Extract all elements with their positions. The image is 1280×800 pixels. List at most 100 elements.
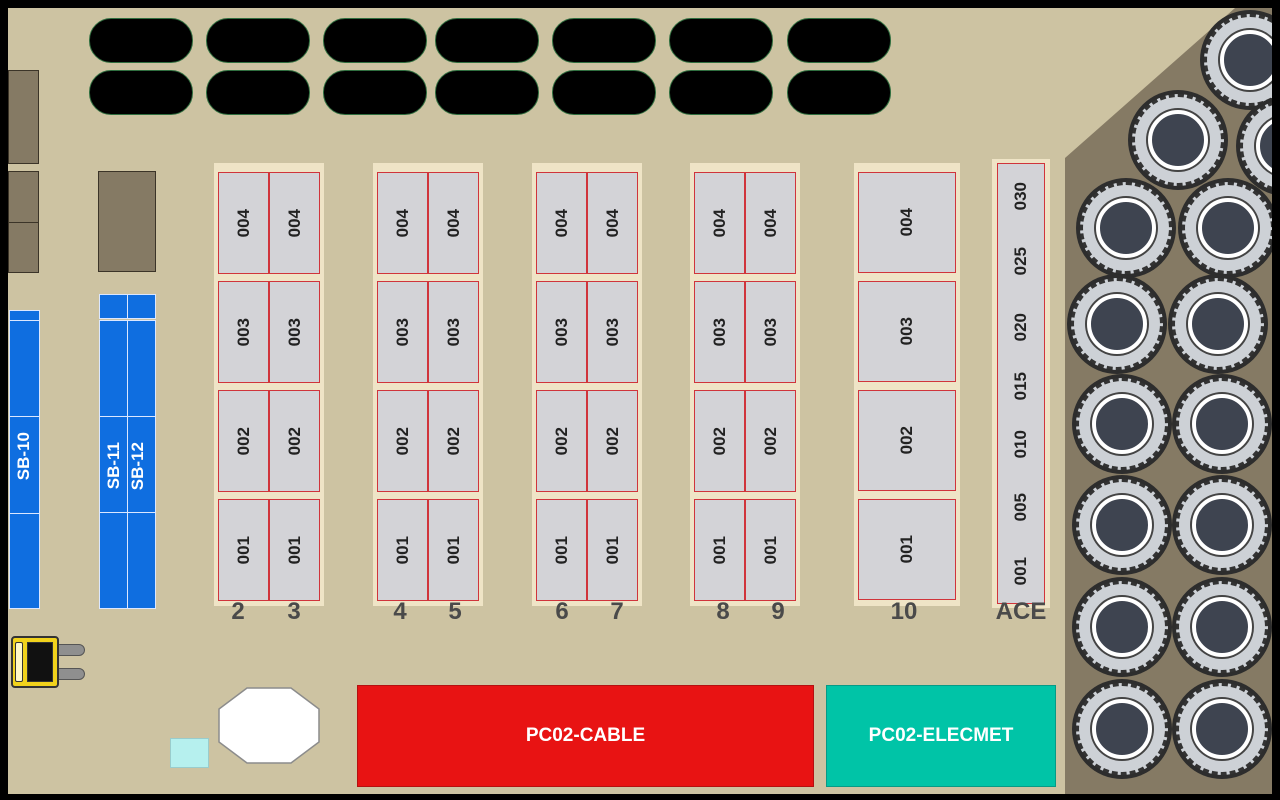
cable-reel-icon[interactable] <box>1067 274 1167 374</box>
cable-reel-icon[interactable] <box>1128 90 1228 190</box>
rack-column-label: 2 <box>231 598 245 625</box>
rack-pair-8-9: 004 004 003 003 002 002 001 001 <box>690 163 800 606</box>
ceiling-vent <box>435 70 539 115</box>
rack-column-label: ACE <box>995 598 1047 625</box>
sb-rack-cell[interactable] <box>127 294 156 319</box>
rack-bin[interactable]: 001 <box>377 499 428 601</box>
ceiling-vent <box>89 18 193 63</box>
rack-column-label: 3 <box>287 598 301 625</box>
cable-reel-icon[interactable] <box>1072 577 1172 677</box>
ceiling-vent <box>787 70 891 115</box>
rack-bin[interactable]: 004 <box>587 172 638 274</box>
rack-bin[interactable]: 001 <box>428 499 479 601</box>
storage-block <box>98 171 156 272</box>
forklift-icon[interactable] <box>11 636 85 688</box>
ceiling-vent <box>206 18 310 63</box>
cable-reel-icon[interactable] <box>1172 374 1272 474</box>
cable-reel-icon[interactable] <box>1076 178 1176 278</box>
rack-ace: 030 025 020 015 010 005 001 <box>992 159 1050 608</box>
sb-rack-sb10[interactable]: SB-10 <box>9 310 40 609</box>
rack-bin[interactable]: 001 <box>858 499 956 600</box>
rack-bin[interactable]: 002 <box>428 390 479 492</box>
rack-ace-bin[interactable]: 030 025 020 015 010 005 001 <box>997 163 1045 604</box>
rack-bin[interactable]: 003 <box>858 281 956 382</box>
rack-bin[interactable]: 004 <box>694 172 745 274</box>
rack-bin[interactable]: 002 <box>858 390 956 491</box>
rack-bin[interactable]: 002 <box>377 390 428 492</box>
rack-bin[interactable]: 002 <box>745 390 796 492</box>
ceiling-vent <box>552 18 656 63</box>
rack-column-label: 7 <box>610 598 624 625</box>
cable-reel-icon[interactable] <box>1072 475 1172 575</box>
rack-column-label: 4 <box>393 598 407 625</box>
ceiling-vent <box>435 18 539 63</box>
rack-bin[interactable]: 001 <box>587 499 638 601</box>
zone-pc02-elecmet[interactable]: PC02-ELECMET <box>826 685 1056 787</box>
rack-bin[interactable]: 002 <box>587 390 638 492</box>
octagon-column-icon <box>218 687 320 764</box>
rack-bin[interactable]: 003 <box>218 281 269 383</box>
wall-door <box>8 70 39 164</box>
rack-bin[interactable]: 004 <box>377 172 428 274</box>
rack-bin[interactable]: 001 <box>269 499 320 601</box>
rack-bin[interactable]: 004 <box>536 172 587 274</box>
rack-column-label: 5 <box>448 598 462 625</box>
ceiling-vent <box>552 70 656 115</box>
rack-column-label: 10 <box>890 598 918 625</box>
zone-pc02-cable[interactable]: PC02-CABLE <box>357 685 814 787</box>
rack-bin[interactable]: 003 <box>587 281 638 383</box>
sb-rack-cell[interactable] <box>127 512 156 609</box>
cable-reel-icon[interactable] <box>1072 374 1172 474</box>
sb-rack-cell[interactable] <box>127 320 156 417</box>
rack-bin[interactable]: 004 <box>428 172 479 274</box>
rack-bin[interactable]: 003 <box>269 281 320 383</box>
rack-pair-6-7: 004 004 003 003 002 002 001 001 <box>532 163 642 606</box>
sb-rack-label: SB-10 <box>14 432 33 481</box>
rack-bin[interactable]: 003 <box>428 281 479 383</box>
rack-pair-4-5: 004 004 003 003 002 002 001 001 <box>373 163 483 606</box>
rack-bin[interactable]: 001 <box>745 499 796 601</box>
warehouse-floor-map: SB-10 SB-11 SB-12 004 004 003 003 002 00… <box>8 8 1272 794</box>
sb-rack-cell[interactable] <box>99 294 128 319</box>
zone-label: PC02-CABLE <box>525 725 646 746</box>
sb-rack-cell[interactable] <box>9 513 40 609</box>
cable-reel-icon[interactable] <box>1178 178 1272 278</box>
rack-bin[interactable]: 003 <box>377 281 428 383</box>
cable-reel-icon[interactable] <box>1172 475 1272 575</box>
sb-rack-cell[interactable] <box>9 320 40 417</box>
rack-column-label: 9 <box>771 598 785 625</box>
cable-reel-icon[interactable] <box>1168 274 1268 374</box>
ceiling-vent <box>669 70 773 115</box>
rack-bin[interactable]: 003 <box>536 281 587 383</box>
ceiling-vent <box>89 70 193 115</box>
rack-bin[interactable]: 002 <box>536 390 587 492</box>
rack-bin[interactable]: 004 <box>745 172 796 274</box>
rack-bin[interactable]: 004 <box>858 172 956 273</box>
rack-bin[interactable]: 002 <box>269 390 320 492</box>
ceiling-vent <box>206 70 310 115</box>
rack-10: 004 003 002 001 <box>854 163 960 606</box>
rack-bin[interactable]: 001 <box>218 499 269 601</box>
sb-rack-sb11-sb12[interactable]: SB-11 SB-12 <box>99 294 156 609</box>
rack-column-label: 8 <box>716 598 730 625</box>
wall-door <box>8 171 39 223</box>
cable-reel-icon[interactable] <box>1072 679 1172 779</box>
marker-box <box>170 738 209 768</box>
cable-reel-icon[interactable] <box>1172 679 1272 779</box>
rack-bin[interactable]: 003 <box>694 281 745 383</box>
rack-bin[interactable]: 002 <box>694 390 745 492</box>
ceiling-vent <box>787 18 891 63</box>
cable-reel-icon[interactable] <box>1172 577 1272 677</box>
rack-bin[interactable]: 002 <box>218 390 269 492</box>
rack-bin[interactable]: 001 <box>536 499 587 601</box>
rack-column-label: 6 <box>555 598 569 625</box>
rack-bin[interactable]: 003 <box>745 281 796 383</box>
rack-bin[interactable]: 001 <box>694 499 745 601</box>
ceiling-vent <box>323 18 427 63</box>
sb-rack-cell[interactable] <box>99 512 128 609</box>
rack-bin[interactable]: 004 <box>218 172 269 274</box>
sb-rack-cell[interactable] <box>99 320 128 417</box>
wall-door <box>8 222 39 273</box>
rack-bin[interactable]: 004 <box>269 172 320 274</box>
ceiling-vent <box>323 70 427 115</box>
